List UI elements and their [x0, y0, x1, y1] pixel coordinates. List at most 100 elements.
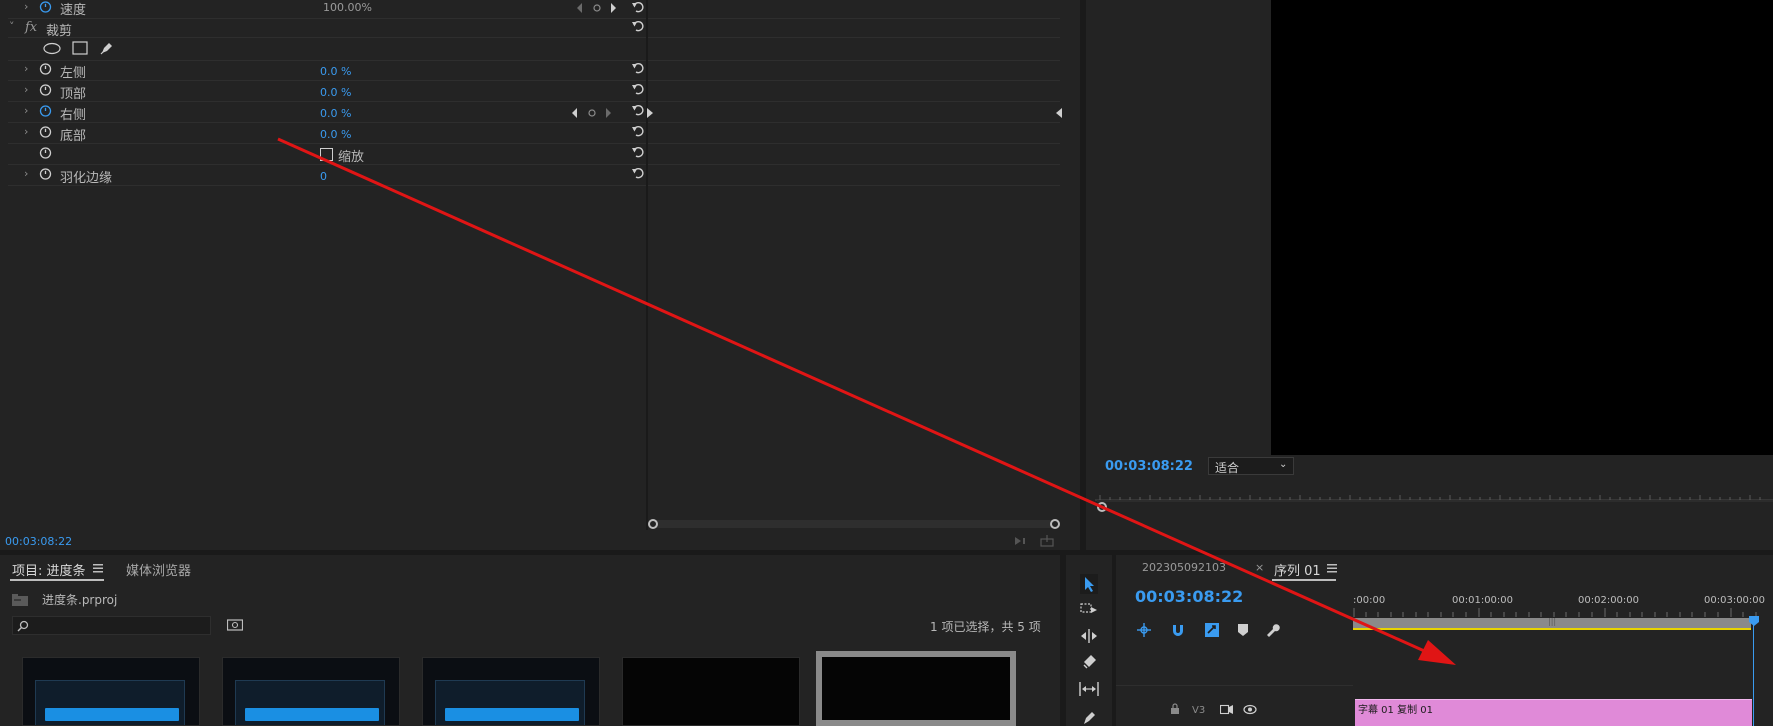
tools-panel: [1066, 555, 1112, 726]
ruler-label: 00:02:00:00: [1578, 595, 1640, 606]
scrollbar-left-handle[interactable]: [648, 519, 658, 529]
keyframe-zoom-scrollbar[interactable]: [650, 520, 1060, 528]
work-area-grip-icon: |||: [1548, 617, 1557, 626]
linked-selection-icon[interactable]: [1204, 622, 1220, 638]
playhead-icon[interactable]: [1748, 615, 1760, 627]
tab-sequence-inactive[interactable]: 202305092103: [1142, 561, 1226, 574]
reset-icon[interactable]: [631, 103, 645, 117]
selection-tool-icon[interactable]: [1080, 574, 1098, 594]
keyframe-start-marker: [647, 108, 653, 118]
close-tab-icon[interactable]: ×: [1255, 561, 1264, 574]
project-item-thumbnail-selected[interactable]: [816, 651, 1016, 726]
wrench-icon[interactable]: [1264, 622, 1280, 638]
tab-project[interactable]: 项目: 进度条: [12, 560, 86, 579]
reset-icon[interactable]: [631, 124, 645, 138]
effect-controls-timecode[interactable]: 00:03:08:22: [5, 535, 72, 548]
playhead-line[interactable]: [1753, 625, 1754, 726]
pen-mask-icon[interactable]: [99, 40, 115, 56]
sync-lock-icon[interactable]: [1220, 704, 1234, 715]
stopwatch-icon[interactable]: [39, 125, 52, 138]
zoom-checkbox[interactable]: [320, 148, 333, 161]
crop-left-label: 左侧: [60, 66, 87, 81]
effect-column-divider[interactable]: [646, 0, 648, 530]
crop-top-value[interactable]: 0.0 %: [320, 86, 351, 99]
crop-top-label: 顶部: [60, 87, 87, 102]
ruler-label: 00:01:00:00: [1452, 595, 1514, 606]
project-item-thumbnail[interactable]: [622, 657, 800, 726]
crop-expand-toggle[interactable]: ˅: [9, 21, 19, 33]
stopwatch-icon[interactable]: [39, 104, 52, 117]
crop-right-value[interactable]: 0.0 %: [320, 107, 351, 120]
eye-icon[interactable]: [1243, 704, 1257, 715]
reset-icon[interactable]: [631, 61, 645, 75]
tab-project-underline: [10, 579, 104, 581]
timeline-timecode[interactable]: 00:03:08:22: [1135, 587, 1243, 606]
stopwatch-icon[interactable]: [39, 146, 52, 159]
new-bin-from-search-icon[interactable]: [227, 618, 243, 631]
right-expand-toggle[interactable]: ›: [24, 105, 34, 117]
stopwatch-icon[interactable]: [39, 83, 52, 96]
fx-icon[interactable]: fx: [25, 20, 37, 35]
snap-magnet-icon[interactable]: [1171, 623, 1185, 637]
stopwatch-icon[interactable]: [39, 167, 52, 180]
reset-icon[interactable]: [631, 166, 645, 180]
project-file-name: 进度条.prproj: [42, 593, 118, 607]
project-item-thumbnail[interactable]: [22, 657, 200, 726]
clip-label: 字幕 01 复制 01: [1358, 705, 1433, 716]
rectangle-mask-icon[interactable]: [72, 41, 88, 55]
play-audio-icon[interactable]: [1013, 535, 1029, 547]
ruler-ticks: [1353, 608, 1757, 617]
ellipse-mask-icon[interactable]: [43, 42, 61, 55]
timeline-ruler[interactable]: :00:00 00:01:00:00 00:02:00:00 00:03:00:…: [1353, 575, 1773, 633]
keyframe-navigator[interactable]: [571, 107, 615, 119]
stopwatch-icon[interactable]: [39, 62, 52, 75]
track-select-tool-icon[interactable]: [1080, 602, 1098, 616]
work-area-in-out-line: [1353, 628, 1751, 630]
reset-icon[interactable]: [631, 0, 645, 14]
selection-status: 1 项已选择，共 5 项: [930, 620, 1041, 634]
panel-menu-icon[interactable]: [1327, 564, 1337, 573]
track-name-v3[interactable]: V3: [1192, 705, 1205, 716]
program-zoom-handle[interactable]: [1097, 502, 1107, 512]
fit-select[interactable]: 适合 ⌄: [1208, 457, 1294, 475]
ripple-edit-tool-icon[interactable]: [1080, 629, 1098, 643]
speed-value[interactable]: 100.00%: [323, 1, 372, 14]
slip-tool-icon[interactable]: [1079, 682, 1099, 696]
chevron-down-icon: ⌄: [1279, 459, 1288, 470]
keyframe-navigator[interactable]: [576, 2, 620, 14]
lock-track-icon[interactable]: [1170, 703, 1180, 715]
tab-media-browser[interactable]: 媒体浏览器: [126, 560, 191, 579]
crop-bottom-value[interactable]: 0.0 %: [320, 128, 351, 141]
feather-edges-value[interactable]: 0: [320, 170, 327, 183]
track-divider: [1116, 685, 1353, 686]
ruler-label: 00:03:00:00: [1704, 595, 1766, 606]
razor-tool-icon[interactable]: [1081, 655, 1097, 671]
reset-icon[interactable]: [631, 82, 645, 96]
feather-expand-toggle[interactable]: ›: [24, 168, 34, 180]
top-expand-toggle[interactable]: ›: [24, 84, 34, 96]
feather-edges-label: 羽化边缘: [60, 171, 113, 186]
nest-toggle-icon[interactable]: [1136, 623, 1152, 637]
search-input[interactable]: [12, 616, 211, 635]
scrollbar-right-handle[interactable]: [1050, 519, 1060, 529]
speed-label: 速度: [60, 3, 87, 18]
export-icon[interactable]: [1040, 534, 1056, 547]
bottom-expand-toggle[interactable]: ›: [24, 126, 34, 138]
speed-expand-toggle[interactable]: ›: [24, 1, 34, 13]
tab-sequence-01[interactable]: 序列 01: [1274, 560, 1321, 579]
program-scroll-track[interactable]: [1097, 500, 1773, 502]
panel-menu-icon[interactable]: [93, 564, 103, 573]
pen-tool-icon[interactable]: [1081, 710, 1097, 726]
program-timecode[interactable]: 00:03:08:22: [1105, 459, 1193, 474]
add-marker-icon[interactable]: [1237, 623, 1249, 637]
reset-icon[interactable]: [631, 19, 645, 33]
project-item-thumbnail[interactable]: [422, 657, 600, 726]
zoom-checkbox-label: 缩放: [338, 150, 365, 165]
reset-icon[interactable]: [631, 145, 645, 159]
left-expand-toggle[interactable]: ›: [24, 63, 34, 75]
timeline-clip[interactable]: 字幕 01 复制 01: [1355, 699, 1752, 726]
program-video-frame[interactable]: [1271, 0, 1773, 455]
stopwatch-icon[interactable]: [39, 0, 52, 13]
project-item-thumbnail[interactable]: [222, 657, 400, 726]
crop-left-value[interactable]: 0.0 %: [320, 65, 351, 78]
